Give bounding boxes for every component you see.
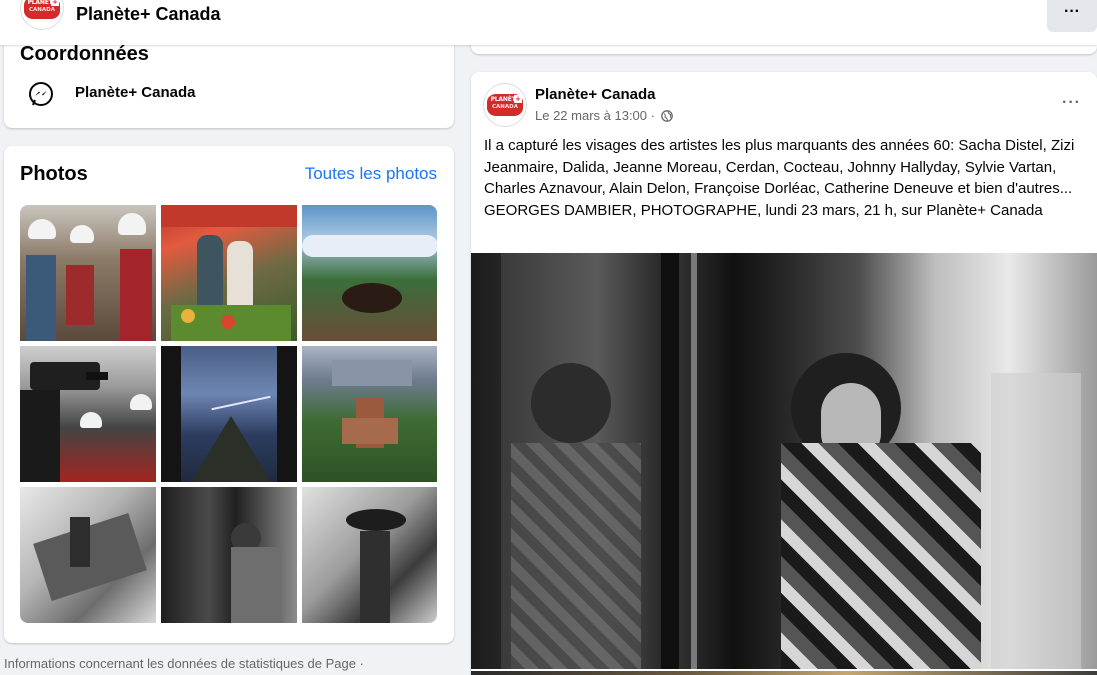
more-options-button[interactable]: ··· — [1047, 0, 1097, 32]
page-header: PLANÈTE CANADA + Planète+ Canada ··· — [0, 0, 1097, 45]
photos-title: Photos — [20, 163, 88, 185]
post-photo[interactable] — [471, 253, 1097, 669]
photo-thumbnail[interactable] — [302, 205, 437, 341]
post-message: Il a capturé les visages des artistes le… — [484, 137, 1075, 219]
photo-thumbnail[interactable] — [302, 487, 437, 623]
photo-thumbnail[interactable] — [20, 487, 156, 623]
photo-thumbnail[interactable] — [161, 487, 297, 623]
logo-text-canada: CANADA — [492, 104, 518, 110]
messenger-icon — [29, 82, 53, 106]
photo-thumbnail[interactable] — [302, 346, 437, 482]
globe-icon — [660, 110, 673, 122]
photo-thumbnail[interactable] — [161, 205, 297, 341]
photos-card: Photos Toutes les photos — [4, 146, 454, 643]
logo-plus: + — [51, 0, 59, 6]
feed-post: PLANÈTE CANADA + Planète+ Canada Le 22 m… — [471, 72, 1097, 675]
post-timestamp[interactable]: Le 22 mars à 13:00 · — [535, 108, 673, 123]
see-all-photos-link[interactable]: Toutes les photos — [305, 164, 437, 184]
page-insights-footer[interactable]: Informations concernant les données de s… — [4, 656, 364, 671]
post-date-text[interactable]: Le 22 mars à 13:00 · — [535, 108, 655, 123]
messenger-contact-link[interactable]: Planète+ Canada — [75, 84, 195, 101]
photo-grid — [20, 205, 437, 623]
post-options-button[interactable]: ··· — [1062, 94, 1081, 112]
contact-title: Coordonnées — [20, 43, 149, 65]
photo-thumbnail[interactable] — [20, 205, 156, 341]
planete-logo-badge: PLANÈTE CANADA + — [487, 94, 523, 116]
photo-thumbnail[interactable] — [161, 346, 297, 482]
next-photos-strip[interactable] — [471, 671, 1097, 675]
page-title[interactable]: Planète+ Canada — [76, 4, 221, 25]
post-author-avatar[interactable]: PLANÈTE CANADA + — [483, 83, 527, 127]
logo-plus: + — [514, 95, 522, 103]
post-author-name[interactable]: Planète+ Canada — [535, 86, 655, 103]
page-logo[interactable]: PLANÈTE CANADA + — [20, 0, 64, 30]
photo-thumbnail[interactable] — [20, 346, 156, 482]
planete-logo-badge: PLANÈTE CANADA + — [24, 0, 60, 19]
logo-text-canada: CANADA — [29, 7, 55, 13]
